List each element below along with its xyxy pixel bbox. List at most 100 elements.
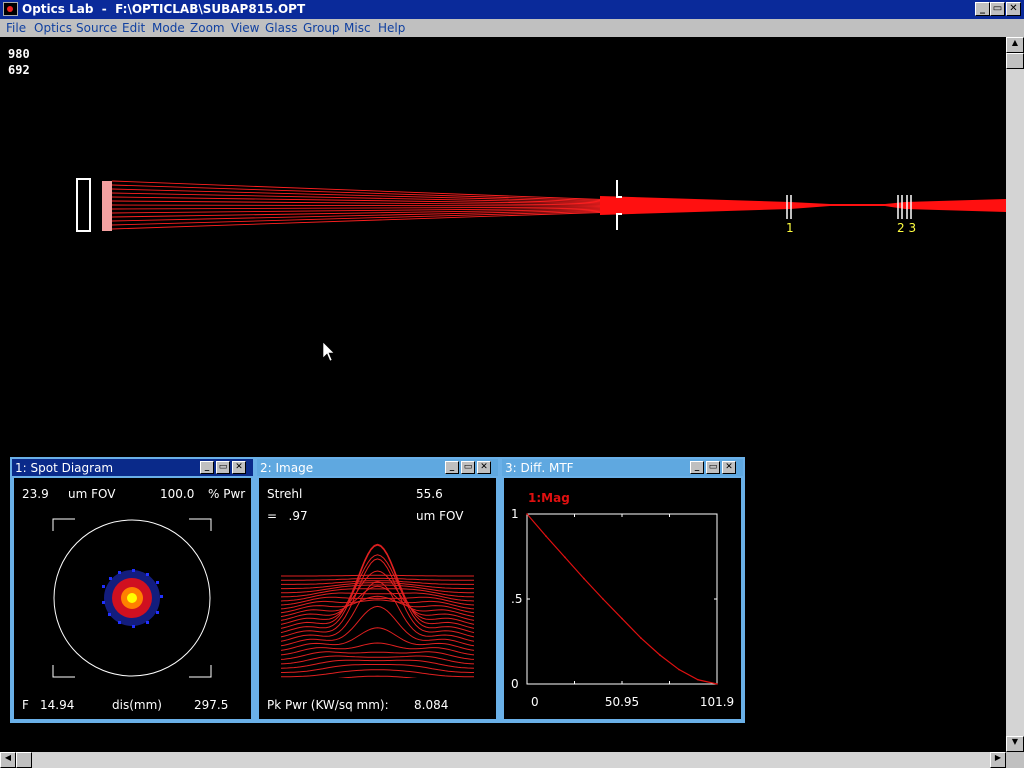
mtf-legend: 1:Mag	[528, 491, 570, 505]
menu-mode[interactable]: Mode	[152, 21, 185, 35]
source-box	[76, 178, 91, 232]
image-maximize-button[interactable]: ▭	[461, 461, 475, 474]
mtf-titlebar[interactable]: 3: Diff. MTF _ ▭ ✕	[502, 459, 743, 476]
menu-bar: File Optics Source Edit Mode Zoom View G…	[0, 19, 1024, 37]
mtf-data-point	[678, 668, 680, 671]
mtf-data-point	[640, 637, 642, 639]
mtf-title: 3: Diff. MTF	[505, 461, 574, 475]
psf-surface-plot	[280, 543, 475, 678]
title-bar: Optics Lab - F:\OPTICLAB\SUBAP815.OPT _ …	[0, 0, 1024, 19]
mtf-x-tick-label: 0	[531, 695, 539, 709]
menu-file[interactable]: File	[6, 21, 26, 35]
mtf-data-point	[659, 654, 661, 656]
mtf-data-point	[697, 678, 699, 681]
spot-close-button[interactable]: ✕	[232, 461, 246, 474]
horizontal-scroll-thumb[interactable]	[16, 752, 32, 768]
mtf-x-tick-label: 50.95	[605, 695, 639, 709]
psf-trace	[280, 599, 475, 610]
psf-trace	[281, 574, 474, 577]
element-23-label: 2 3	[897, 221, 916, 235]
psf-trace	[280, 655, 475, 665]
beam-converging	[111, 180, 616, 230]
spot-f-label: F	[22, 698, 29, 712]
psf-trace	[281, 582, 474, 590]
spot-f-value: 14.94	[40, 698, 75, 712]
vertical-scrollbar[interactable]: ▲ ▼	[1006, 37, 1024, 752]
menu-edit[interactable]: Edit	[122, 21, 145, 35]
spot-diagram-titlebar[interactable]: 1: Spot Diagram _ ▭ ✕	[12, 459, 253, 476]
mtf-data-point	[526, 513, 528, 515]
spot-maximize-button[interactable]: ▭	[216, 461, 230, 474]
minimize-button[interactable]: _	[975, 2, 990, 16]
image-content: Strehl 55.6 = .97 um FOV Pk Pwr (KW/sq m…	[259, 478, 496, 719]
mtf-data-point	[545, 535, 547, 537]
mtf-close-button[interactable]: ✕	[722, 461, 736, 474]
mtf-maximize-button[interactable]: ▭	[706, 461, 720, 474]
mtf-data-point	[716, 683, 718, 685]
app-icon[interactable]	[3, 2, 18, 16]
mtf-plot-frame	[526, 513, 718, 685]
mtf-x-tick-label: 101.9	[700, 695, 734, 709]
menu-zoom[interactable]: Zoom	[190, 21, 225, 35]
pk-pwr-value: 8.084	[414, 698, 449, 712]
scroll-down-button[interactable]: ▼	[1006, 736, 1024, 752]
mtf-y-tick-label: 0	[511, 677, 519, 691]
scroll-up-button[interactable]: ▲	[1006, 37, 1024, 53]
scrollbar-corner	[1006, 752, 1024, 768]
menu-source[interactable]: Source	[76, 21, 117, 35]
mtf-chart: 1:Mag 1 .5 00 50.95 101.9	[511, 491, 734, 709]
mtf-data-point	[602, 598, 604, 600]
spot-fov-unit: um FOV	[68, 487, 116, 501]
image-minimize-button[interactable]: _	[445, 461, 459, 474]
image-window[interactable]: 2: Image _ ▭ ✕ Strehl 55.6 = .97 um FOV …	[255, 457, 500, 723]
menu-glass[interactable]: Glass	[265, 21, 298, 35]
spot-dis-value: 297.5	[194, 698, 229, 712]
mtf-y-tick-label: 1	[511, 507, 519, 521]
image-title: 2: Image	[260, 461, 314, 475]
spot-fov-value: 23.9	[22, 487, 49, 501]
strehl-label: Strehl	[267, 487, 303, 501]
spot-dis-label: dis(mm)	[112, 698, 162, 712]
spot-plot	[52, 518, 212, 678]
horizontal-scrollbar[interactable]: ◀ ▶	[0, 752, 1006, 768]
psf-trace	[280, 581, 475, 642]
menu-help[interactable]: Help	[378, 21, 405, 35]
close-button[interactable]: ✕	[1006, 2, 1021, 16]
source-emitter	[102, 181, 112, 231]
image-close-button[interactable]: ✕	[477, 461, 491, 474]
image-titlebar[interactable]: 2: Image _ ▭ ✕	[257, 459, 498, 476]
psf-trace	[281, 577, 474, 581]
mtf-window[interactable]: 3: Diff. MTF _ ▭ ✕ 1:Mag 1 .5 0 0 50.95 101.9	[500, 457, 745, 723]
psf-trace	[280, 588, 475, 598]
mtf-data-point	[564, 556, 566, 559]
maximize-button[interactable]: ▭	[990, 2, 1005, 16]
mouse-cursor	[322, 341, 335, 362]
window-title: Optics Lab - F:\OPTICLAB\SUBAP815.OPT	[22, 2, 306, 16]
spot-pwr-value: 100.0	[160, 487, 195, 501]
spot-diagram-window[interactable]: 1: Spot Diagram _ ▭ ✕ 23.9 um FOV 100.0 …	[10, 457, 255, 723]
mtf-data-point	[621, 617, 623, 620]
menu-optics[interactable]: Optics	[34, 21, 72, 35]
mtf-y-tick-label: .5	[511, 592, 522, 606]
spot-diagram-title: 1: Spot Diagram	[15, 461, 114, 475]
menu-view[interactable]: View	[231, 21, 259, 35]
psf-trace	[280, 596, 475, 606]
psf-trace	[280, 585, 475, 618]
mtf-content: 1:Mag 1 .5 0 0 50.95 101.9	[504, 478, 741, 719]
scroll-left-button[interactable]: ◀	[0, 752, 16, 768]
mtf-minimize-button[interactable]: _	[690, 461, 704, 474]
image-fov-value: 55.6	[416, 487, 443, 501]
vertical-scroll-thumb[interactable]	[1006, 53, 1024, 69]
mtf-series-line	[526, 513, 718, 685]
beam-main	[600, 196, 1006, 215]
mtf-data-point	[583, 577, 585, 580]
spot-cloud	[102, 569, 163, 628]
menu-group[interactable]: Group	[303, 21, 340, 35]
psf-trace	[280, 651, 475, 660]
spot-pwr-unit: % Pwr	[208, 487, 246, 501]
menu-misc[interactable]: Misc	[344, 21, 371, 35]
psf-trace	[280, 642, 475, 656]
pk-pwr-label: Pk Pwr (KW/sq mm):	[267, 698, 389, 712]
scroll-right-button[interactable]: ▶	[990, 752, 1006, 768]
spot-minimize-button[interactable]: _	[200, 461, 214, 474]
